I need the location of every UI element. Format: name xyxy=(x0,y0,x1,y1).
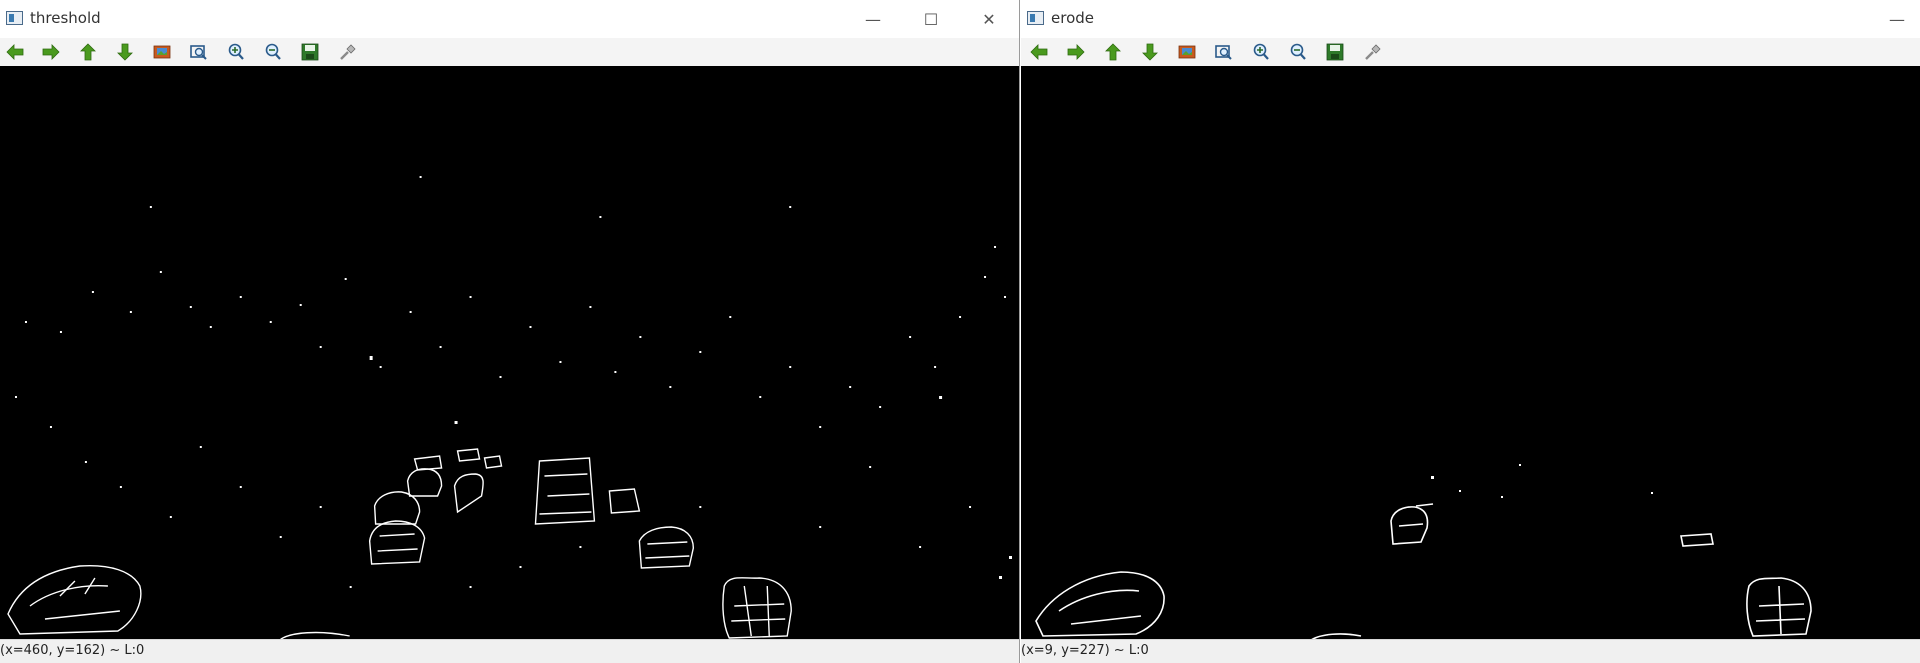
toolbar xyxy=(0,38,1019,66)
threshold-image xyxy=(0,66,1019,640)
properties-icon[interactable] xyxy=(1363,43,1381,61)
status-text: (x=460, y=162) ~ L:0 xyxy=(0,643,145,658)
erode-image xyxy=(1021,66,1920,640)
zoom-in-icon[interactable] xyxy=(227,43,245,61)
window-title: threshold xyxy=(30,9,101,27)
arrow-up-icon[interactable] xyxy=(79,43,97,61)
zoom-fit-icon[interactable] xyxy=(1215,43,1233,61)
image-canvas[interactable] xyxy=(1021,66,1920,640)
arrow-up-icon[interactable] xyxy=(1104,43,1122,61)
arrow-right-icon[interactable] xyxy=(1067,43,1085,61)
save-icon[interactable] xyxy=(301,43,319,61)
zoom-out-icon[interactable] xyxy=(264,43,282,61)
title-bar[interactable]: threshold — ☐ ✕ xyxy=(0,0,1019,38)
image-canvas[interactable] xyxy=(0,66,1019,640)
status-text: (x=9, y=227) ~ L:0 xyxy=(1021,643,1149,658)
close-button[interactable]: ✕ xyxy=(966,0,1012,38)
zoom-out-icon[interactable] xyxy=(1289,43,1307,61)
app-window-icon xyxy=(1027,11,1044,25)
arrow-down-icon[interactable] xyxy=(1141,43,1159,61)
zoom-fit-icon[interactable] xyxy=(190,43,208,61)
save-icon[interactable] xyxy=(1326,43,1344,61)
zoom-original-icon[interactable] xyxy=(1178,43,1196,61)
maximize-button[interactable]: ☐ xyxy=(908,0,954,38)
arrow-left-icon[interactable] xyxy=(6,43,24,61)
properties-icon[interactable] xyxy=(338,43,356,61)
minimize-button[interactable]: — xyxy=(850,0,896,38)
app-window-icon xyxy=(6,11,23,25)
zoom-original-icon[interactable] xyxy=(153,43,171,61)
arrow-down-icon[interactable] xyxy=(116,43,134,61)
minimize-button[interactable]: — xyxy=(1874,0,1920,38)
status-bar: (x=9, y=227) ~ L:0 xyxy=(1021,639,1920,663)
arrow-left-icon[interactable] xyxy=(1030,43,1048,61)
threshold-window: threshold — ☐ ✕ (x=460, y=162) ~ L:0 xyxy=(0,0,1020,663)
status-bar: (x=460, y=162) ~ L:0 xyxy=(0,639,1019,663)
toolbar xyxy=(1021,38,1920,66)
zoom-in-icon[interactable] xyxy=(1252,43,1270,61)
window-title: erode xyxy=(1051,9,1094,27)
title-bar[interactable]: erode — xyxy=(1021,0,1920,38)
arrow-right-icon[interactable] xyxy=(42,43,60,61)
erode-window: erode — (x=9, y=227) ~ L:0 xyxy=(1021,0,1920,663)
